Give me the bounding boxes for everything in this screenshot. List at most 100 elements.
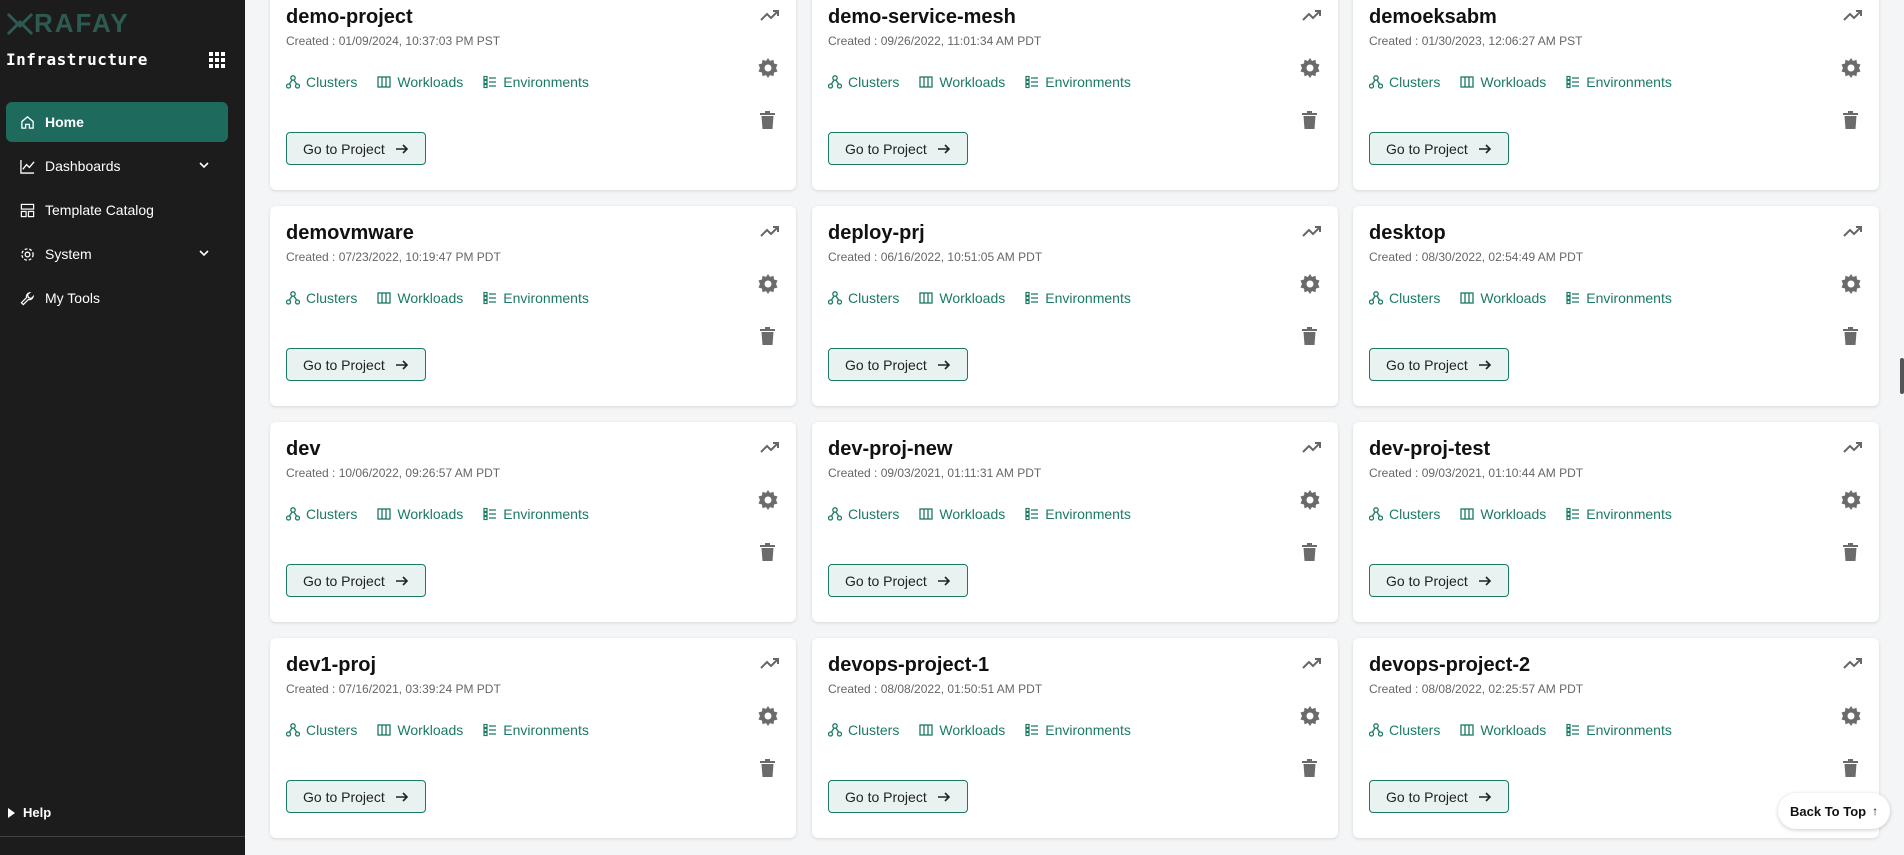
settings-gear-icon[interactable] bbox=[1841, 274, 1861, 294]
settings-gear-icon[interactable] bbox=[1300, 706, 1320, 726]
clusters-link[interactable]: Clusters bbox=[286, 506, 357, 522]
go-to-project-label: Go to Project bbox=[845, 356, 927, 373]
environments-link[interactable]: Environments bbox=[1566, 722, 1672, 738]
settings-gear-icon[interactable] bbox=[758, 490, 778, 510]
settings-gear-icon[interactable] bbox=[1300, 490, 1320, 510]
settings-gear-icon[interactable] bbox=[1841, 490, 1861, 510]
rafay-logo[interactable]: RAFAY bbox=[6, 8, 136, 40]
go-to-project-button[interactable]: Go to Project bbox=[1369, 564, 1509, 597]
clusters-link[interactable]: Clusters bbox=[286, 290, 357, 306]
go-to-project-button[interactable]: Go to Project bbox=[1369, 132, 1509, 165]
sidebar-item-system[interactable]: System bbox=[6, 234, 228, 274]
settings-gear-icon[interactable] bbox=[758, 58, 778, 78]
go-to-project-button[interactable]: Go to Project bbox=[1369, 348, 1509, 381]
workloads-link[interactable]: Workloads bbox=[1460, 722, 1546, 738]
settings-gear-icon[interactable] bbox=[758, 274, 778, 294]
sidebar-item-home[interactable]: Home bbox=[6, 102, 228, 142]
trending-up-icon[interactable] bbox=[1302, 8, 1322, 22]
clusters-link[interactable]: Clusters bbox=[828, 74, 899, 90]
clusters-link[interactable]: Clusters bbox=[828, 506, 899, 522]
go-to-project-button[interactable]: Go to Project bbox=[286, 132, 426, 165]
go-to-project-button[interactable]: Go to Project bbox=[1369, 780, 1509, 813]
go-to-project-label: Go to Project bbox=[1386, 356, 1468, 373]
help-toggle[interactable]: Help bbox=[8, 805, 51, 820]
environments-link[interactable]: Environments bbox=[1025, 506, 1131, 522]
environments-link[interactable]: Environments bbox=[483, 290, 589, 306]
clusters-link[interactable]: Clusters bbox=[286, 722, 357, 738]
go-to-project-button[interactable]: Go to Project bbox=[828, 780, 968, 813]
trash-icon[interactable] bbox=[760, 759, 775, 777]
workloads-link[interactable]: Workloads bbox=[919, 74, 1005, 90]
settings-gear-icon[interactable] bbox=[1841, 706, 1861, 726]
trash-icon[interactable] bbox=[1843, 543, 1858, 561]
clusters-link[interactable]: Clusters bbox=[1369, 290, 1440, 306]
trash-icon[interactable] bbox=[1843, 327, 1858, 345]
environments-link[interactable]: Environments bbox=[1025, 290, 1131, 306]
workloads-link[interactable]: Workloads bbox=[1460, 506, 1546, 522]
trending-up-icon[interactable] bbox=[1302, 224, 1322, 238]
environments-icon bbox=[1025, 75, 1039, 89]
trending-up-icon[interactable] bbox=[1302, 656, 1322, 670]
trending-up-icon[interactable] bbox=[760, 440, 780, 454]
app-grid-icon[interactable] bbox=[209, 52, 225, 68]
settings-gear-icon[interactable] bbox=[1300, 58, 1320, 78]
clusters-link[interactable]: Clusters bbox=[286, 74, 357, 90]
clusters-icon bbox=[286, 75, 300, 89]
clusters-label: Clusters bbox=[1389, 722, 1441, 738]
clusters-link[interactable]: Clusters bbox=[1369, 506, 1440, 522]
trash-icon[interactable] bbox=[1302, 759, 1317, 777]
trending-up-icon[interactable] bbox=[1843, 224, 1863, 238]
trash-icon[interactable] bbox=[760, 327, 775, 345]
environments-link[interactable]: Environments bbox=[1566, 506, 1672, 522]
trash-icon[interactable] bbox=[1302, 543, 1317, 561]
workloads-link[interactable]: Workloads bbox=[377, 722, 463, 738]
workloads-link[interactable]: Workloads bbox=[377, 74, 463, 90]
trending-up-icon[interactable] bbox=[1843, 440, 1863, 454]
trash-icon[interactable] bbox=[1843, 759, 1858, 777]
clusters-link[interactable]: Clusters bbox=[1369, 74, 1440, 90]
sidebar-item-my-tools[interactable]: My Tools bbox=[6, 278, 228, 318]
trending-up-icon[interactable] bbox=[1302, 440, 1322, 454]
environments-link[interactable]: Environments bbox=[483, 506, 589, 522]
sidebar-item-template-catalog[interactable]: Template Catalog bbox=[6, 190, 228, 230]
scrollbar-thumb[interactable] bbox=[1900, 358, 1904, 394]
clusters-link[interactable]: Clusters bbox=[1369, 722, 1440, 738]
project-card: devops-project-1 Created : 08/08/2022, 0… bbox=[812, 638, 1338, 838]
sidebar-item-dashboards[interactable]: Dashboards bbox=[6, 146, 228, 186]
go-to-project-button[interactable]: Go to Project bbox=[286, 564, 426, 597]
environments-link[interactable]: Environments bbox=[1025, 74, 1131, 90]
environments-link[interactable]: Environments bbox=[1566, 290, 1672, 306]
trash-icon[interactable] bbox=[1302, 111, 1317, 129]
workloads-link[interactable]: Workloads bbox=[377, 506, 463, 522]
environments-link[interactable]: Environments bbox=[483, 74, 589, 90]
trending-up-icon[interactable] bbox=[760, 656, 780, 670]
go-to-project-button[interactable]: Go to Project bbox=[828, 132, 968, 165]
trash-icon[interactable] bbox=[1302, 327, 1317, 345]
workloads-link[interactable]: Workloads bbox=[919, 506, 1005, 522]
go-to-project-button[interactable]: Go to Project bbox=[828, 348, 968, 381]
trending-up-icon[interactable] bbox=[1843, 656, 1863, 670]
environments-link[interactable]: Environments bbox=[1025, 722, 1131, 738]
clusters-link[interactable]: Clusters bbox=[828, 722, 899, 738]
workloads-link[interactable]: Workloads bbox=[919, 290, 1005, 306]
workloads-link[interactable]: Workloads bbox=[377, 290, 463, 306]
trash-icon[interactable] bbox=[1843, 111, 1858, 129]
workloads-link[interactable]: Workloads bbox=[1460, 290, 1546, 306]
workloads-link[interactable]: Workloads bbox=[919, 722, 1005, 738]
trash-icon[interactable] bbox=[760, 111, 775, 129]
environments-link[interactable]: Environments bbox=[1566, 74, 1672, 90]
trending-up-icon[interactable] bbox=[1843, 8, 1863, 22]
settings-gear-icon[interactable] bbox=[1300, 274, 1320, 294]
go-to-project-button[interactable]: Go to Project bbox=[828, 564, 968, 597]
clusters-link[interactable]: Clusters bbox=[828, 290, 899, 306]
back-to-top-button[interactable]: Back To Top ↑ bbox=[1778, 793, 1891, 829]
go-to-project-button[interactable]: Go to Project bbox=[286, 780, 426, 813]
trending-up-icon[interactable] bbox=[760, 8, 780, 22]
environments-link[interactable]: Environments bbox=[483, 722, 589, 738]
trash-icon[interactable] bbox=[760, 543, 775, 561]
go-to-project-button[interactable]: Go to Project bbox=[286, 348, 426, 381]
settings-gear-icon[interactable] bbox=[758, 706, 778, 726]
workloads-link[interactable]: Workloads bbox=[1460, 74, 1546, 90]
trending-up-icon[interactable] bbox=[760, 224, 780, 238]
settings-gear-icon[interactable] bbox=[1841, 58, 1861, 78]
